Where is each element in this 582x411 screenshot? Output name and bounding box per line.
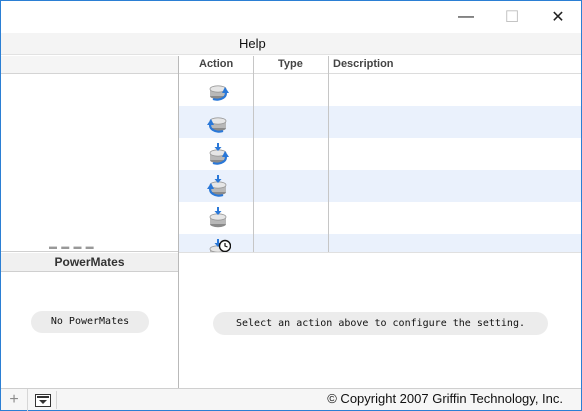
menu-bar: Help xyxy=(1,33,581,55)
no-powermates-label: No PowerMates xyxy=(31,311,149,333)
clipped-list-item: ▬ ▬ ▬ ▬ xyxy=(49,242,95,251)
applications-list-header xyxy=(1,56,178,74)
copyright-text: © Copyright 2007 Griffin Technology, Inc… xyxy=(327,391,563,406)
powermates-header: PowerMates xyxy=(1,253,178,272)
app-window: — ☐ ✕ Help ▬ ▬ ▬ ▬ PowerMates No PowerMa… xyxy=(0,0,582,411)
actions-table xyxy=(179,74,581,252)
close-button[interactable]: ✕ xyxy=(535,1,581,32)
actions-table-header: Action Type Description xyxy=(179,56,581,74)
minimize-icon: — xyxy=(458,7,474,25)
plus-icon: + xyxy=(9,391,19,408)
menu-help[interactable]: Help xyxy=(233,36,272,51)
column-header-type[interactable]: Type xyxy=(278,58,303,70)
add-button[interactable]: + xyxy=(1,389,28,411)
long-press-icon xyxy=(209,239,231,252)
rotate-clockwise-icon xyxy=(209,85,229,101)
press-rotate-clockwise-icon xyxy=(209,143,229,165)
minimize-button[interactable]: — xyxy=(443,1,489,32)
table-row[interactable] xyxy=(179,170,581,202)
bottom-bar: + © Copyright 2007 Griffin Technology, I… xyxy=(1,388,581,411)
close-icon: ✕ xyxy=(551,8,565,26)
press-rotate-counterclockwise-icon xyxy=(207,175,227,197)
rotate-counterclockwise-icon xyxy=(207,117,227,133)
table-row[interactable] xyxy=(179,106,581,138)
applications-list[interactable]: ▬ ▬ ▬ ▬ xyxy=(1,56,178,252)
maximize-button[interactable]: ☐ xyxy=(489,1,535,32)
table-divider xyxy=(179,252,581,253)
column-separator[interactable] xyxy=(253,56,254,252)
press-icon xyxy=(209,207,227,228)
column-header-action[interactable]: Action xyxy=(199,58,233,70)
table-row[interactable] xyxy=(179,234,581,252)
settings-placeholder: Select an action above to configure the … xyxy=(213,312,548,335)
dropdown-menu-icon xyxy=(35,393,51,407)
table-row[interactable] xyxy=(179,202,581,234)
action-menu-button[interactable] xyxy=(30,391,57,409)
maximize-icon: ☐ xyxy=(504,8,520,26)
table-row[interactable] xyxy=(179,74,581,106)
table-row[interactable] xyxy=(179,138,581,170)
column-separator[interactable] xyxy=(328,56,329,252)
title-bar: — ☐ ✕ xyxy=(1,1,581,32)
column-header-description[interactable]: Description xyxy=(333,58,394,70)
